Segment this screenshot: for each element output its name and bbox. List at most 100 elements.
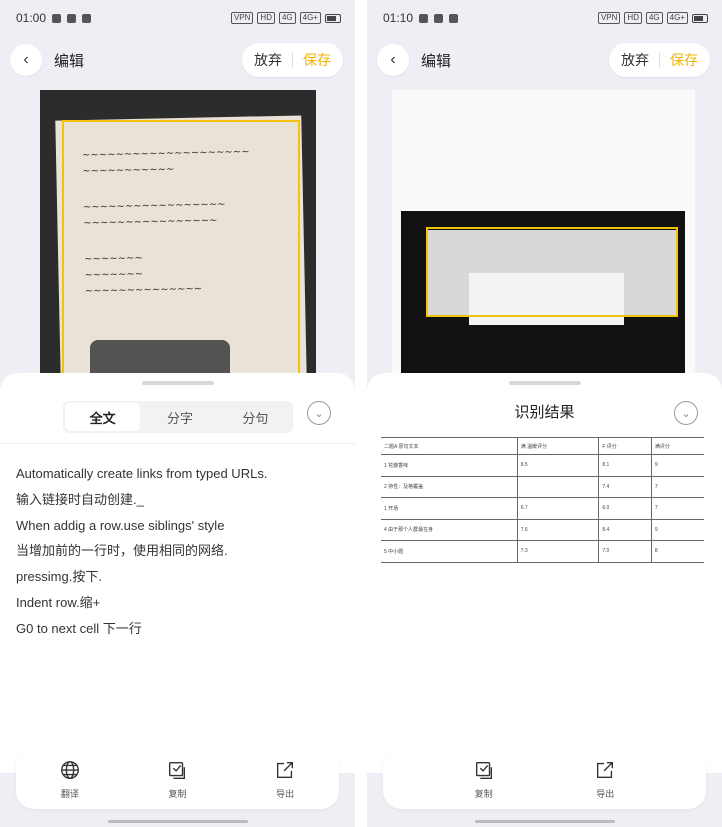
ocr-line: 当增加前的一行时，使用相同的网络.: [16, 543, 228, 559]
table-row: 1 花瓣香味 8.5 8.1 9: [381, 454, 704, 477]
export-label: 导出: [276, 788, 295, 799]
bottom-toolbar: 复制 导出: [383, 749, 706, 809]
hd-icon: HD: [624, 12, 642, 24]
table-row: 4 由于那个人群最在身 7.6 8.4 9: [381, 519, 704, 541]
vpn-icon: VPN: [597, 12, 621, 24]
collapse-button[interactable]: ⌄: [674, 401, 698, 425]
notification-icon: [419, 13, 429, 23]
save-button[interactable]: 保存: [670, 50, 698, 70]
chat-icon: [67, 13, 77, 23]
copy-label: 复制: [474, 788, 493, 799]
table-cell: 6.7: [516, 497, 599, 520]
bottom-toolbar: 翻译 复制 导出: [16, 749, 339, 809]
ocr-line: 输入链接时自动创建._: [16, 491, 144, 507]
table-cell: 7: [650, 497, 704, 520]
vpn-icon: VPN: [230, 12, 254, 24]
table-cell: 4 由于那个人群最在身: [381, 519, 518, 541]
app-icon: [82, 13, 92, 23]
copy-icon: [169, 761, 186, 779]
table-cell: 7.3: [516, 540, 599, 563]
copy-button[interactable]: 复制: [142, 759, 212, 800]
drag-handle[interactable]: [508, 381, 581, 385]
drag-handle[interactable]: [141, 381, 214, 385]
table-cell: 7.4: [598, 476, 652, 498]
ocr-line: G0 to next cell 下一行: [16, 620, 142, 636]
result-sheet: 识别结果 ⌄ 二题A 原句文本满 温暖评分 F 评分 满评分 1 花瓣香味 8.5 8.…: [367, 373, 722, 773]
scanned-photo: ~~~~~~~~~~~~~~~~~~~~ ~~~~~~~~~~~ ~~~~~~~…: [40, 90, 316, 380]
copy-label: 复制: [168, 788, 187, 799]
table-cell: 8.4: [598, 519, 652, 541]
home-indicator[interactable]: [107, 820, 248, 823]
export-button[interactable]: 导出: [570, 759, 640, 800]
export-button[interactable]: 导出: [250, 759, 320, 800]
table-cell: 6.0: [598, 497, 652, 520]
right-screen: 01:10 VPN HD 4G 4G+ ‹ 编辑 放弃 保存 识别结果 ⌄ 二题A 原…: [367, 0, 722, 827]
result-table[interactable]: 二题A 原句文本满 温暖评分 F 评分 满评分 1 花瓣香味 8.5 8.1 9 2 持性…: [381, 437, 704, 563]
chevron-left-icon: ‹: [23, 51, 29, 68]
table-cell: 满评分: [650, 437, 704, 455]
signal-icon-2: 4G+: [666, 12, 688, 24]
crop-frame[interactable]: [62, 120, 300, 380]
table-cell: 满 温暖评分: [516, 437, 599, 455]
battery-icon: [692, 13, 708, 23]
result-sheet: 全文 分字 分句 ⌄ Automatically create links fr…: [0, 373, 355, 773]
header-actions: 放弃 保存: [242, 43, 343, 77]
back-button[interactable]: ‹: [377, 44, 409, 76]
crop-frame[interactable]: [426, 227, 678, 317]
battery-icon: [325, 13, 341, 23]
table-row: 二题A 原句文本满 温暖评分 F 评分 满评分: [381, 437, 704, 455]
table-cell: 9: [650, 454, 704, 477]
ocr-line: Automatically create links from typed UR…: [16, 466, 268, 481]
left-screen: 01:00 VPN HD 4G 4G+ ‹ 编辑 放弃 保存 ~~~~~~~~~~~~…: [0, 0, 355, 827]
table-cell: 1 开场: [381, 497, 518, 520]
translate-button[interactable]: 翻译: [35, 759, 105, 800]
status-time: 01:00: [16, 11, 47, 25]
page-title: 编辑: [54, 52, 85, 70]
discard-button[interactable]: 放弃: [621, 50, 649, 70]
collapse-button[interactable]: ⌄: [307, 401, 331, 425]
notification-icon: [52, 13, 62, 23]
save-button[interactable]: 保存: [303, 50, 331, 70]
signal-icon-2: 4G+: [299, 12, 321, 24]
globe-icon: [60, 760, 79, 779]
back-button[interactable]: ‹: [10, 44, 42, 76]
table-cell: F 评分: [598, 437, 652, 455]
tab-full-text[interactable]: 全文: [65, 403, 141, 431]
discard-button[interactable]: 放弃: [254, 50, 282, 70]
copy-button[interactable]: 复制: [449, 759, 519, 800]
app-icon: [449, 13, 459, 23]
tab-by-sentence[interactable]: 分句: [218, 401, 293, 433]
ocr-text[interactable]: Automatically create links from typed UR…: [16, 461, 343, 642]
hd-icon: HD: [257, 12, 275, 24]
ocr-line: Indent row.缩+: [16, 594, 101, 610]
status-time: 01:10: [383, 11, 414, 25]
table-row: 5 中小题 7.3 7.0 8: [381, 540, 704, 563]
home-indicator[interactable]: [474, 820, 615, 823]
divider: [0, 443, 355, 444]
ocr-line: pressimg.按下.: [16, 569, 102, 585]
table-row: 1 开场 6.7 6.0 7: [381, 497, 704, 520]
export-icon: [277, 761, 294, 778]
table-cell: 9: [650, 519, 704, 541]
table-cell: 1 花瓣香味: [381, 454, 518, 477]
export-label: 导出: [596, 788, 615, 799]
signal-icon: 4G: [278, 12, 296, 24]
chevron-left-icon: ‹: [390, 51, 396, 68]
signal-icon: 4G: [645, 12, 663, 24]
mode-tabs: 全文 分字 分句: [63, 401, 293, 433]
header: ‹ 编辑 放弃 保存: [10, 42, 343, 78]
copy-icon: [475, 761, 492, 779]
table-cell: [516, 476, 599, 498]
table-cell: 7.6: [516, 519, 599, 541]
export-icon: [597, 761, 614, 778]
header: ‹ 编辑 放弃 保存: [377, 42, 710, 78]
tab-by-word[interactable]: 分字: [142, 401, 217, 433]
status-bar: 01:10 VPN HD 4G 4G+: [383, 8, 708, 28]
table-cell: 8: [650, 540, 704, 563]
table-cell: 8.5: [516, 454, 599, 477]
table-cell: 2 持性：及格覆盖: [381, 476, 518, 498]
translate-label: 翻译: [60, 788, 79, 799]
sheet-title: 识别结果: [514, 404, 575, 421]
chevron-down-icon: ⌄: [314, 407, 324, 420]
table-cell: 二题A 原句文本: [381, 437, 518, 455]
